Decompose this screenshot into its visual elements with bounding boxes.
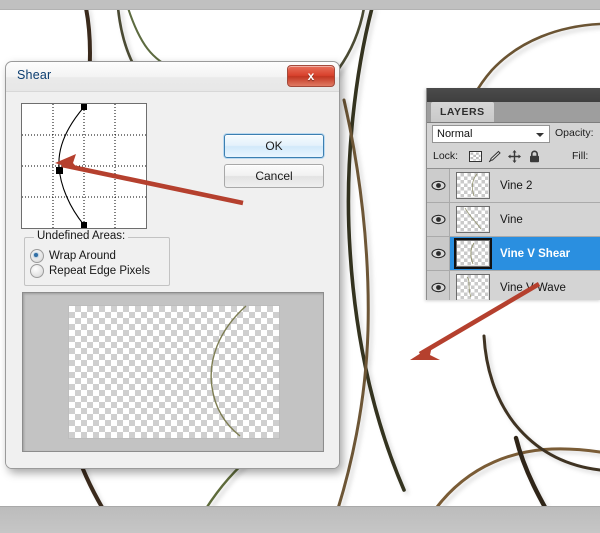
close-icon[interactable]: x — [287, 65, 335, 87]
layer-name: Vine V Shear — [500, 247, 571, 260]
radio-unselected-icon[interactable] — [30, 264, 44, 278]
panel-top-bar — [427, 88, 600, 102]
shear-curve-canvas[interactable] — [22, 104, 146, 228]
cancel-button[interactable]: Cancel — [224, 164, 324, 188]
thumbnail-art — [471, 173, 478, 197]
radio-wrap-around-label: Wrap Around — [49, 250, 116, 262]
layer-name: Vine 2 — [500, 179, 533, 192]
layer-name: Vine V Wave — [500, 281, 566, 294]
layer-row[interactable]: Vine V Shear — [427, 237, 600, 271]
layer-visibility-toggle[interactable] — [427, 169, 450, 202]
layer-thumbnail[interactable] — [456, 172, 490, 199]
thumbnail-art — [464, 207, 482, 230]
ok-button[interactable]: OK — [224, 134, 324, 158]
layer-visibility-toggle[interactable] — [427, 237, 450, 270]
layer-row[interactable]: Vine V Wave — [427, 271, 600, 300]
dialog-title: Shear — [17, 68, 52, 82]
app-top-strip — [0, 0, 600, 10]
eye-icon — [430, 282, 446, 293]
layer-visibility-toggle[interactable] — [427, 203, 450, 236]
eye-icon — [430, 248, 446, 259]
chevron-down-icon[interactable] — [536, 133, 544, 137]
lock-image-brush-icon[interactable] — [487, 149, 502, 164]
radio-repeat-edge-pixels[interactable]: Repeat Edge Pixels — [30, 264, 150, 278]
thumbnail-art — [466, 276, 472, 298]
layer-row[interactable]: Vine — [427, 203, 600, 237]
shear-curve-grid[interactable] — [21, 103, 147, 229]
lock-all-padlock-icon[interactable] — [527, 149, 542, 164]
blend-mode-select[interactable]: Normal — [432, 125, 550, 143]
lock-row: Lock: Fill: 1 — [427, 146, 600, 168]
thumbnail-art — [470, 242, 475, 265]
radio-wrap-around[interactable]: Wrap Around — [30, 249, 116, 263]
layers-panel: LAYERS Normal Opacity: 1 Lock: — [426, 88, 600, 300]
close-x-glyph: x — [307, 69, 315, 83]
layer-visibility-toggle[interactable] — [427, 271, 450, 300]
eye-icon — [430, 214, 446, 225]
shear-preview-pane[interactable] — [22, 292, 324, 452]
fill-label: Fill: — [572, 150, 589, 162]
lock-position-move-icon[interactable] — [507, 149, 522, 164]
layer-thumbnail[interactable] — [454, 238, 492, 269]
radio-selected-icon[interactable] — [30, 249, 44, 263]
lock-transparency-checker-icon[interactable] — [468, 149, 483, 164]
tab-layers[interactable]: LAYERS — [431, 102, 494, 122]
layer-list: Vine 2 Vine Vine V Shear Vine V Wave — [427, 169, 600, 300]
lock-label: Lock: — [433, 150, 459, 162]
dialog-body: OK Cancel Undefined Areas: Wrap Around R… — [6, 92, 339, 468]
eye-icon — [430, 180, 446, 191]
dialog-title-bar[interactable]: Shear x — [6, 62, 339, 92]
layer-row[interactable]: Vine 2 — [427, 169, 600, 203]
layer-thumbnail[interactable] — [456, 206, 490, 233]
radio-repeat-edge-pixels-label: Repeat Edge Pixels — [49, 265, 151, 277]
preview-vine-curve — [210, 305, 247, 437]
undefined-areas-legend: Undefined Areas: — [34, 230, 129, 242]
opacity-label: Opacity: — [555, 127, 594, 139]
shear-dialog: Shear x OK Cancel Undefined Areas: Wrap … — [5, 61, 340, 469]
blend-mode-value: Normal — [437, 128, 473, 140]
blend-mode-row: Normal Opacity: 1 — [427, 123, 600, 145]
panel-tab-strip: LAYERS — [427, 102, 600, 123]
layer-name: Vine — [500, 213, 523, 226]
app-bottom-strip — [0, 506, 600, 533]
layer-thumbnail[interactable] — [456, 274, 490, 300]
